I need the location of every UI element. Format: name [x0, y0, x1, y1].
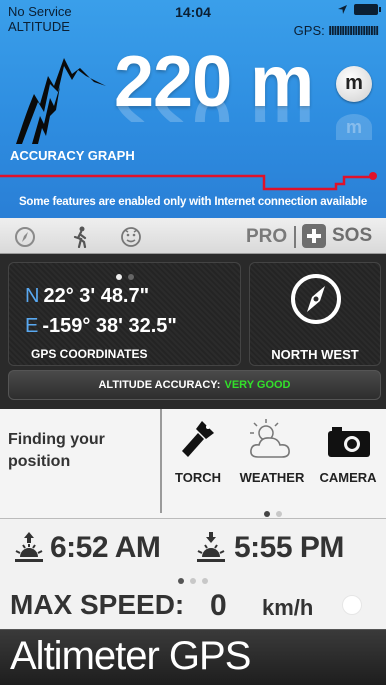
gps-signal-bars: IIIIIIIIIIIIIIIIIII — [328, 23, 379, 38]
plus-icon — [302, 224, 326, 248]
page-dot-active — [178, 578, 184, 584]
cloud-sun-icon — [250, 419, 290, 458]
mode-label: ALTITUDE — [8, 19, 70, 34]
page-dot-active — [115, 274, 122, 280]
coordinates-section: N 22° 3' 48.7" E -159° 38' 32.5" GPS COORD… — [0, 254, 386, 409]
altitude-reflection: 220 m — [114, 82, 314, 122]
longitude-direction: E — [25, 315, 39, 337]
unit-toggle-button[interactable]: m — [336, 66, 372, 102]
coordinates-panel[interactable]: N 22° 3' 48.7" E -159° 38' 32.5" GPS COORD… — [8, 262, 241, 366]
app-name: Altimeter GPS — [10, 634, 251, 678]
altitude-accuracy-bar: ALTITUDE ACCURACY: VERY GOOD — [8, 370, 381, 400]
status-time: 14:04 — [175, 4, 211, 20]
sos-button[interactable]: SOS — [302, 224, 372, 248]
latitude-value: 22° 3' 48.7" — [43, 285, 150, 307]
mountain-icon — [16, 58, 106, 144]
gps-coordinates-caption: GPS COORDINATES — [31, 347, 148, 361]
latitude-direction: N — [25, 285, 40, 307]
max-speed-value: 0 — [210, 589, 227, 622]
unit-toggle-reflection: m — [336, 114, 372, 140]
compass-icon — [291, 274, 341, 324]
accuracy-graph[interactable] — [0, 165, 386, 195]
sunrise-icon — [15, 532, 43, 562]
gps-status: GPS: IIIIIIIIIIIIIIIIIII — [293, 23, 379, 38]
longitude-value: -159° 38' 32.5" — [42, 315, 177, 337]
sunset-icon — [197, 532, 225, 562]
camera-icon — [328, 427, 370, 457]
face-icon[interactable] — [120, 226, 142, 248]
utilities-section: Finding your position TORCH WEATHER CAME… — [0, 409, 386, 519]
pro-button[interactable]: PRO — [246, 226, 287, 248]
status-right — [337, 4, 381, 15]
altitude-panel: No Service ALTITUDE 14:04 GPS: IIIIIIIII… — [0, 0, 386, 218]
battery-icon — [354, 4, 381, 15]
longitude-row: E -159° 38' 32.5" — [25, 315, 177, 338]
location-arrow-icon — [338, 5, 347, 14]
compass-panel[interactable]: NORTH WEST — [249, 262, 381, 366]
walker-icon[interactable] — [70, 226, 92, 248]
weather-button[interactable]: WEATHER — [236, 417, 308, 485]
page-dot-active — [264, 511, 270, 517]
speed-page-indicator — [0, 571, 386, 589]
coords-page-indicator — [9, 267, 240, 285]
accuracy-value: VERY GOOD — [224, 379, 291, 391]
utilities-divider — [160, 409, 162, 513]
accuracy-graph-label: ACCURACY GRAPH — [10, 148, 135, 163]
speed-unit: km/h — [262, 595, 314, 620]
sunset-time: 5:55 PM — [234, 531, 344, 564]
torch-label: TORCH — [175, 470, 221, 485]
page-dot — [276, 511, 282, 517]
torch-button[interactable]: TORCH — [172, 417, 224, 485]
toolbar-separator — [294, 226, 296, 248]
gps-label: GPS: — [293, 23, 325, 38]
sos-label: SOS — [332, 225, 373, 246]
toolbar: PRO SOS — [0, 218, 386, 254]
page-dot — [127, 274, 134, 280]
sun-speed-section[interactable]: 6:52 AM 5:55 PM MAX SPEED: 0 km/h — [0, 519, 386, 629]
position-status: Finding your position — [8, 431, 105, 470]
max-speed-label: MAX SPEED: — [10, 589, 185, 620]
camera-label: CAMERA — [319, 470, 377, 485]
latitude-row: N 22° 3' 48.7" — [25, 285, 149, 308]
camera-button[interactable]: CAMERA — [316, 417, 380, 485]
compass-outline-icon[interactable] — [14, 226, 36, 248]
weather-label: WEATHER — [239, 470, 305, 485]
speed-reset-button[interactable] — [342, 595, 362, 615]
internet-notice: Some features are enabled only with Inte… — [18, 196, 368, 208]
branding-bar: Altimeter GPS — [0, 629, 386, 685]
page-dot — [202, 578, 208, 584]
torch-icon — [182, 421, 214, 457]
sunrise-time: 6:52 AM — [50, 531, 161, 564]
heading-label: NORTH WEST — [271, 347, 359, 362]
page-dot — [190, 578, 196, 584]
accuracy-label: ALTITUDE ACCURACY: — [98, 379, 221, 391]
